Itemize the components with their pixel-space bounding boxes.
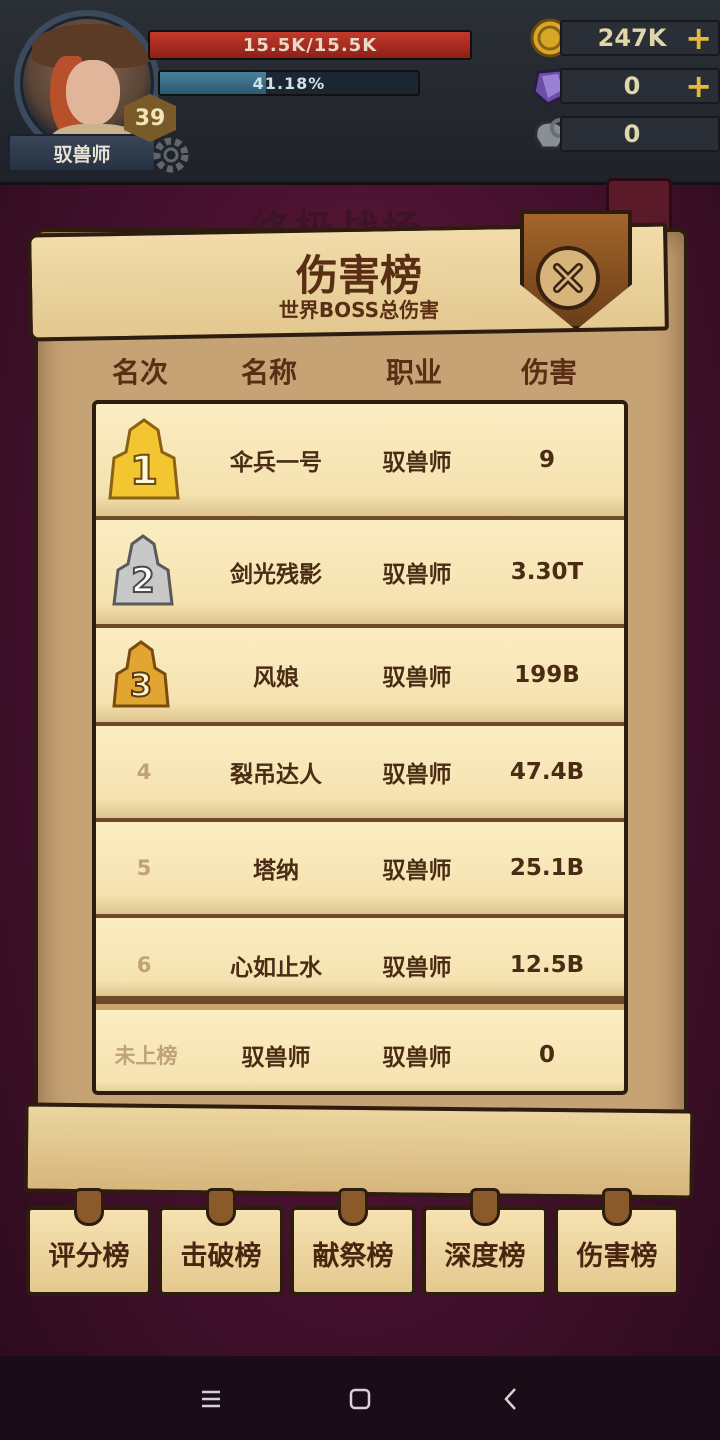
self-rank-row: 未上榜 驭兽师 驭兽师 0 (96, 1004, 624, 1091)
col-header-damage: 伤害 (520, 356, 577, 389)
self-damage-cell: 0 (538, 1041, 555, 1068)
exp-text: 41.18% (252, 73, 326, 93)
player-name-cell: 心如止水 (230, 955, 322, 981)
exp-bar: 41.18% (158, 70, 420, 96)
job-cell: 驭兽师 (382, 955, 452, 981)
close-icon (553, 263, 583, 293)
damage-cell: 25.1B (509, 855, 585, 881)
token-value: 0 (623, 120, 641, 148)
close-button[interactable] (536, 246, 600, 310)
home-icon[interactable] (345, 1384, 375, 1414)
tab-label: 击破榜 (180, 1241, 262, 1272)
player-name-cell: 伞兵一号 (230, 450, 322, 476)
rank-badge-number: 3 (130, 666, 152, 704)
add-gold-button[interactable]: + (685, 19, 712, 57)
gold-counter: 247K + (560, 19, 720, 57)
tab-label: 献祭榜 (312, 1241, 394, 1272)
damage-cell: 47.4B (509, 759, 585, 785)
gold-value: 247K (597, 24, 667, 52)
gem-value: 0 (623, 72, 641, 100)
tab-label: 深度榜 (444, 1241, 526, 1272)
back-icon[interactable] (496, 1384, 526, 1414)
gold-rank-icon: 1 (108, 418, 180, 500)
player-name: 驭兽师 (8, 134, 156, 172)
player-name-cell: 裂吊达人 (230, 762, 322, 788)
pin-icon (470, 1188, 500, 1226)
column-headers: 名次 名称 职业 伤害 (34, 346, 688, 396)
top-hud: 驭兽师 39 15.5K/15.5K 41.18% 247K + 0 + 0 (0, 0, 720, 185)
job-cell: 驭兽师 (382, 450, 452, 476)
ranking-panel: 伤害榜 世界BOSS总伤害 名次 名称 职业 伤害 1 伞兵一号 驭兽师 9 2… (23, 210, 695, 1200)
player-name-cell: 剑光残影 (230, 562, 322, 588)
list-item[interactable]: 5 塔纳 驭兽师 25.1B (96, 822, 624, 918)
tab-label: 伤害榜 (576, 1241, 658, 1272)
list-item[interactable]: 3 风娘 驭兽师 199B (96, 628, 624, 726)
hp-bar: 15.5K/15.5K (148, 30, 472, 60)
silver-rank-icon: 2 (112, 534, 174, 606)
ranking-list[interactable]: 1 伞兵一号 驭兽师 9 2 剑光残影 驭兽师 3.30T 3 风娘 驭兽师 1… (92, 400, 628, 1095)
rank-cell: 4 (136, 760, 152, 784)
damage-cell: 9 (538, 447, 555, 473)
list-item[interactable]: 4 裂吊达人 驭兽师 47.4B (96, 726, 624, 822)
job-cell: 驭兽师 (382, 858, 452, 884)
tab-depth-ranking[interactable]: 深度榜 (422, 1188, 548, 1296)
tab-label: 评分榜 (48, 1241, 130, 1272)
list-item[interactable]: 1 伞兵一号 驭兽师 9 (96, 404, 624, 520)
pin-icon (206, 1188, 236, 1226)
self-name-cell: 驭兽师 (241, 1044, 311, 1071)
self-job-cell: 驭兽师 (382, 1044, 452, 1071)
add-gem-button[interactable]: + (685, 67, 712, 105)
menu-icon[interactable] (196, 1384, 226, 1414)
tab-defeat-ranking[interactable]: 击破榜 (158, 1188, 284, 1296)
rank-badge-number: 2 (131, 561, 155, 601)
pin-icon (74, 1188, 104, 1226)
panel-footer (23, 1102, 695, 1200)
player-name-cell: 风娘 (253, 665, 299, 691)
gem-counter: 0 + (560, 67, 720, 105)
list-item[interactable]: 2 剑光残影 驭兽师 3.30T (96, 520, 624, 628)
self-rank-cell: 未上榜 (114, 1043, 178, 1068)
col-header-name: 名称 (240, 356, 297, 389)
token-counter: 0 (560, 116, 720, 152)
tab-sacrifice-ranking[interactable]: 献祭榜 (290, 1188, 416, 1296)
rank-badge-number: 1 (130, 448, 158, 494)
hp-text: 15.5K/15.5K (242, 34, 378, 56)
job-cell: 驭兽师 (382, 762, 452, 788)
tab-score-ranking[interactable]: 评分榜 (26, 1188, 152, 1296)
job-cell: 驭兽师 (382, 562, 452, 588)
tab-damage-ranking[interactable]: 伤害榜 (554, 1188, 680, 1296)
avatar-face (66, 60, 120, 126)
bronze-rank-icon: 3 (112, 640, 170, 708)
damage-cell: 3.30T (510, 559, 584, 585)
player-name-cell: 塔纳 (253, 858, 299, 884)
rank-cell: 5 (136, 856, 152, 880)
rank-cell: 6 (136, 953, 152, 977)
damage-cell: 12.5B (509, 952, 585, 978)
gear-icon[interactable] (146, 130, 196, 180)
job-cell: 驭兽师 (382, 665, 452, 691)
col-header-rank: 名次 (111, 356, 168, 389)
damage-cell: 199B (514, 662, 580, 688)
col-header-job: 职业 (385, 356, 442, 389)
list-item[interactable]: 6 心如止水 驭兽师 12.5B (96, 918, 624, 1000)
system-nav-bar (0, 1356, 720, 1440)
pin-icon (338, 1188, 368, 1226)
pin-icon (602, 1188, 632, 1226)
